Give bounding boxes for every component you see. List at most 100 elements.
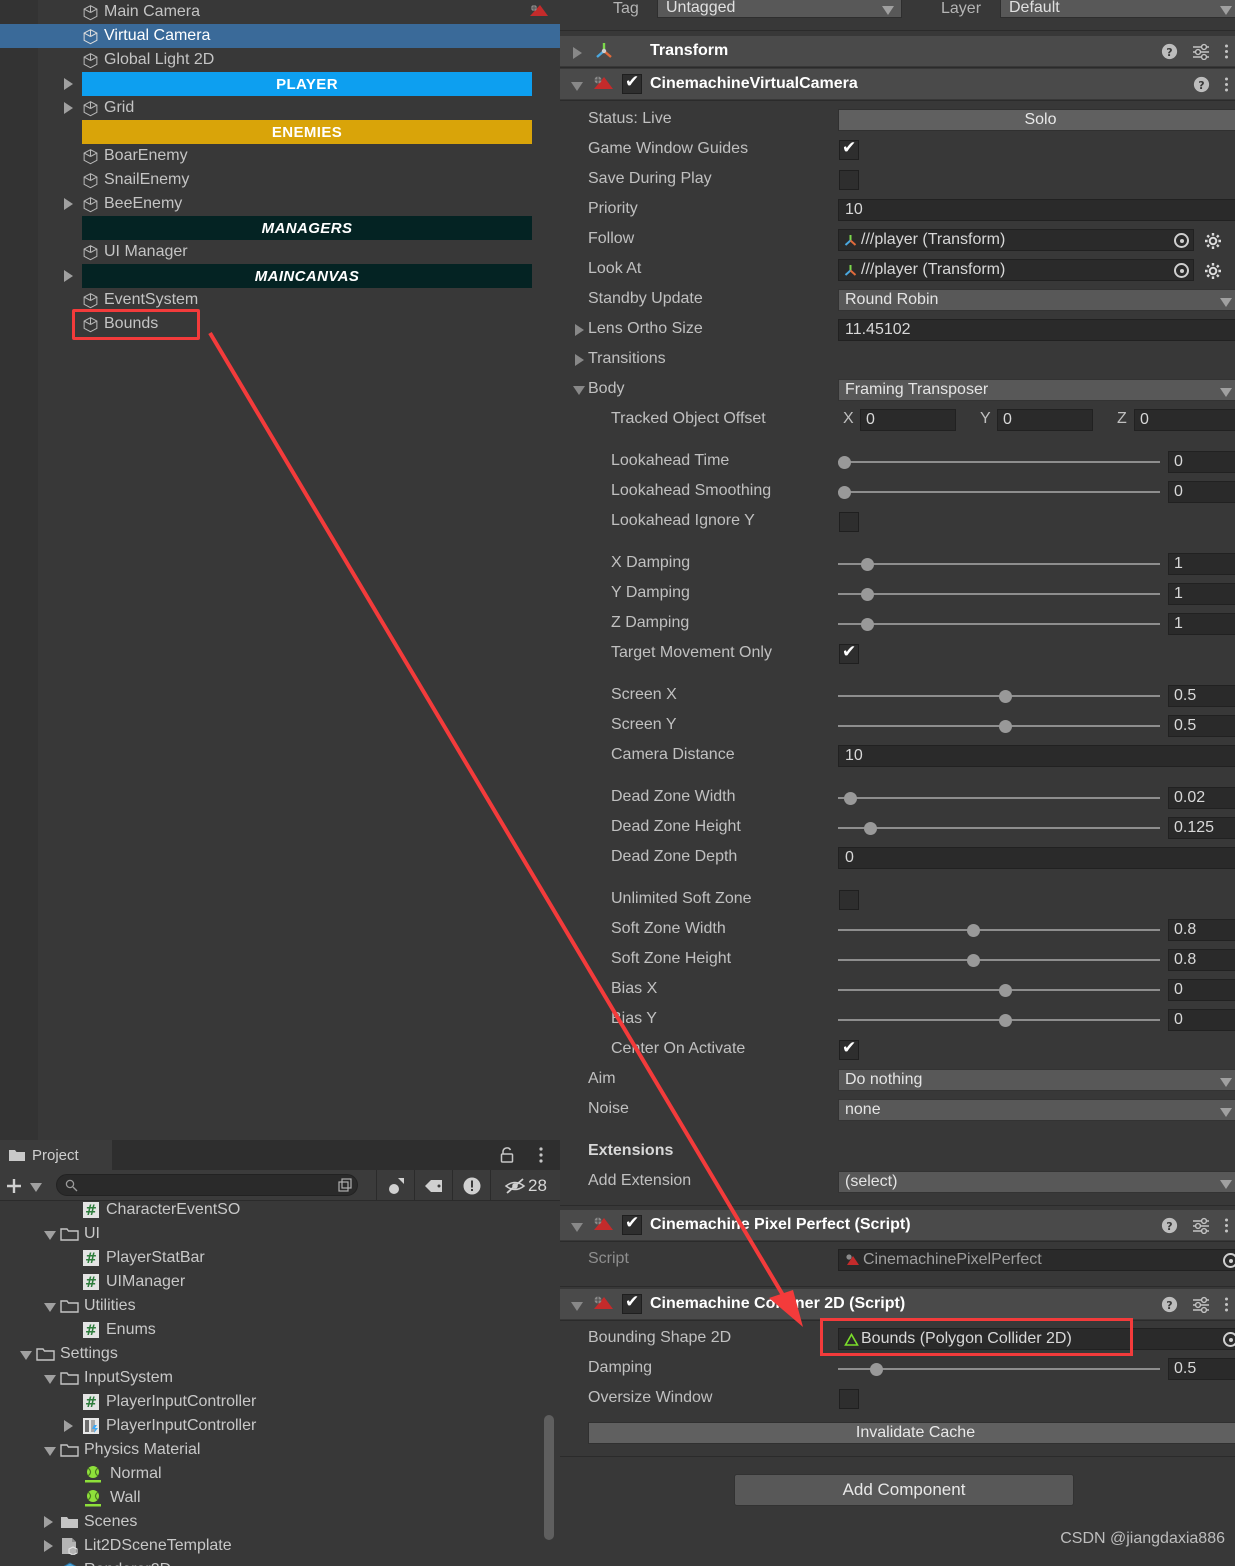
soft-zone-width-slider[interactable] xyxy=(838,919,1160,941)
y-damping-field[interactable]: 1 xyxy=(1168,583,1235,605)
screen-x-slider[interactable] xyxy=(838,685,1160,707)
lookahead-smoothing-slider[interactable] xyxy=(838,481,1160,503)
bounding-shape-2d-field[interactable]: Bounds (Polygon Collider 2D) xyxy=(838,1328,1235,1350)
hierarchy-item-managers[interactable]: MANAGERS xyxy=(0,216,560,240)
expand-arrow-icon[interactable] xyxy=(64,78,73,90)
camera-distance-field[interactable]: 10 xyxy=(838,745,1235,767)
search-popout-icon[interactable] xyxy=(338,1178,353,1193)
bias-y-slider[interactable] xyxy=(838,1009,1160,1031)
tracked-offset-z-field[interactable]: 0 xyxy=(1134,409,1235,431)
filter-by-label-button[interactable] xyxy=(414,1170,452,1201)
list-item[interactable]: Renderer2D xyxy=(0,1558,560,1566)
invalidate-cache-button[interactable]: Invalidate Cache xyxy=(588,1422,1235,1444)
object-picker-icon[interactable] xyxy=(1223,1332,1235,1347)
bias-x-field[interactable]: 0 xyxy=(1168,979,1235,1001)
screen-y-slider[interactable] xyxy=(838,715,1160,737)
lookahead-time-field[interactable]: 0 xyxy=(1168,451,1235,473)
hierarchy-item-player[interactable]: PLAYER xyxy=(0,72,560,96)
hierarchy-item-snailenemy[interactable]: SnailEnemy xyxy=(0,168,560,192)
list-item[interactable]: Physics Material xyxy=(0,1438,560,1462)
save-during-play-checkbox[interactable] xyxy=(839,170,859,190)
kebab-menu-icon[interactable] xyxy=(538,1146,544,1164)
project-scrollbar[interactable] xyxy=(544,1415,554,1540)
object-picker-icon[interactable] xyxy=(1223,1253,1235,1268)
component-header-transform[interactable]: Transform ? xyxy=(560,36,1235,66)
list-item[interactable]: # PlayerInputController xyxy=(0,1390,560,1414)
kebab-menu-icon[interactable] xyxy=(1224,1296,1229,1313)
z-damping-field[interactable]: 1 xyxy=(1168,613,1235,635)
expand-arrow-icon[interactable] xyxy=(64,198,73,210)
hierarchy-item-maincanvas[interactable]: MAINCANVAS xyxy=(0,264,560,288)
list-item[interactable]: # UIManager xyxy=(0,1270,560,1294)
lock-icon[interactable] xyxy=(498,1146,516,1164)
list-item[interactable]: InputSystem xyxy=(0,1366,560,1390)
expand-arrow-icon[interactable] xyxy=(64,1420,73,1432)
collapse-arrow-icon[interactable] xyxy=(44,1447,56,1456)
hierarchy-item-virtual-camera[interactable]: Virtual Camera xyxy=(0,24,560,48)
solo-button[interactable]: Solo xyxy=(838,109,1235,131)
collapse-arrow-icon[interactable] xyxy=(44,1231,56,1240)
damping-field[interactable]: 0.5 xyxy=(1168,1358,1235,1380)
list-item[interactable]: Normal xyxy=(0,1462,560,1486)
hierarchy-item-main-camera[interactable]: Main Camera xyxy=(0,0,560,24)
component-header-cinemachine-virtual-camera[interactable]: CinemachineVirtualCamera ? xyxy=(560,69,1235,99)
help-icon[interactable]: ? xyxy=(1161,1217,1178,1234)
collapse-arrow-icon[interactable] xyxy=(571,82,583,91)
add-icon[interactable] xyxy=(4,1176,24,1196)
preset-icon[interactable] xyxy=(1192,1217,1210,1234)
hierarchy-item-beeenemy[interactable]: BeeEnemy xyxy=(0,192,560,216)
expand-arrow-icon[interactable] xyxy=(64,270,73,282)
kebab-menu-icon[interactable] xyxy=(1224,1217,1229,1234)
inspector-panel[interactable]: Tag Untagged Layer Default Transform ? C… xyxy=(560,0,1235,1566)
gear-icon[interactable] xyxy=(1204,262,1222,280)
list-item[interactable]: PlayerInputController xyxy=(0,1414,560,1438)
script-field[interactable]: CinemachinePixelPerfect xyxy=(838,1249,1235,1271)
list-item[interactable]: Wall xyxy=(0,1486,560,1510)
follow-object-field[interactable]: ///player (Transform) xyxy=(838,229,1194,251)
add-component-button[interactable]: Add Component xyxy=(734,1474,1074,1506)
noise-dropdown[interactable]: none xyxy=(838,1099,1235,1121)
hierarchy-item-global-light-2d[interactable]: Global Light 2D xyxy=(0,48,560,72)
lens-ortho-size-field[interactable]: 11.45102 xyxy=(838,319,1235,341)
component-enabled-checkbox[interactable] xyxy=(622,1292,642,1314)
dead-zone-width-slider[interactable] xyxy=(838,787,1160,809)
lookahead-ignore-y-checkbox[interactable] xyxy=(839,512,859,532)
expand-arrow-icon[interactable] xyxy=(44,1540,53,1552)
list-item[interactable]: # PlayerStatBar xyxy=(0,1246,560,1270)
expand-arrow-icon[interactable] xyxy=(44,1516,53,1528)
layer-dropdown[interactable]: Default xyxy=(1000,0,1235,18)
add-dropdown-icon[interactable] xyxy=(30,1183,42,1192)
y-damping-slider[interactable] xyxy=(838,583,1160,605)
look-at-object-field[interactable]: ///player (Transform) xyxy=(838,259,1194,281)
hierarchy-item-boarenemy[interactable]: BoarEnemy xyxy=(0,144,560,168)
hierarchy-item-grid[interactable]: Grid xyxy=(0,96,560,120)
list-item[interactable]: Utilities xyxy=(0,1294,560,1318)
z-damping-slider[interactable] xyxy=(838,613,1160,635)
filter-by-warning-button[interactable] xyxy=(452,1170,490,1201)
screen-y-field[interactable]: 0.5 xyxy=(1168,715,1235,737)
search-input[interactable] xyxy=(56,1174,358,1196)
list-item[interactable]: # CharacterEventSO xyxy=(0,1201,560,1222)
object-picker-icon[interactable] xyxy=(1174,233,1189,248)
aim-dropdown[interactable]: Do nothing xyxy=(838,1069,1235,1091)
tag-layer-row[interactable]: Tag Untagged Layer Default xyxy=(560,0,1235,22)
row-transitions[interactable]: Transitions xyxy=(560,345,1235,375)
tag-dropdown[interactable]: Untagged xyxy=(657,0,902,18)
hierarchy-item-ui-manager[interactable]: UI Manager xyxy=(0,240,560,264)
project-toolbar[interactable]: 28 xyxy=(0,1170,560,1201)
expand-arrow-icon[interactable] xyxy=(575,324,584,336)
damping-slider[interactable] xyxy=(838,1358,1160,1380)
target-movement-only-checkbox[interactable] xyxy=(839,642,859,664)
tracked-offset-x-field[interactable]: 0 xyxy=(860,409,956,431)
collapse-arrow-icon[interactable] xyxy=(571,1223,583,1232)
component-enabled-checkbox[interactable] xyxy=(622,1213,642,1235)
soft-zone-height-field[interactable]: 0.8 xyxy=(1168,949,1235,971)
unlimited-soft-zone-checkbox[interactable] xyxy=(839,890,859,910)
tracked-offset-y-field[interactable]: 0 xyxy=(997,409,1093,431)
bias-x-slider[interactable] xyxy=(838,979,1160,1001)
hierarchy-item-eventsystem[interactable]: EventSystem xyxy=(0,288,560,312)
collapse-arrow-icon[interactable] xyxy=(44,1303,56,1312)
collapse-arrow-icon[interactable] xyxy=(44,1375,56,1384)
project-panel[interactable]: Project 28 # CharacterEventSO UI # Playe… xyxy=(0,1140,560,1566)
game-window-guides-checkbox[interactable] xyxy=(839,138,859,160)
